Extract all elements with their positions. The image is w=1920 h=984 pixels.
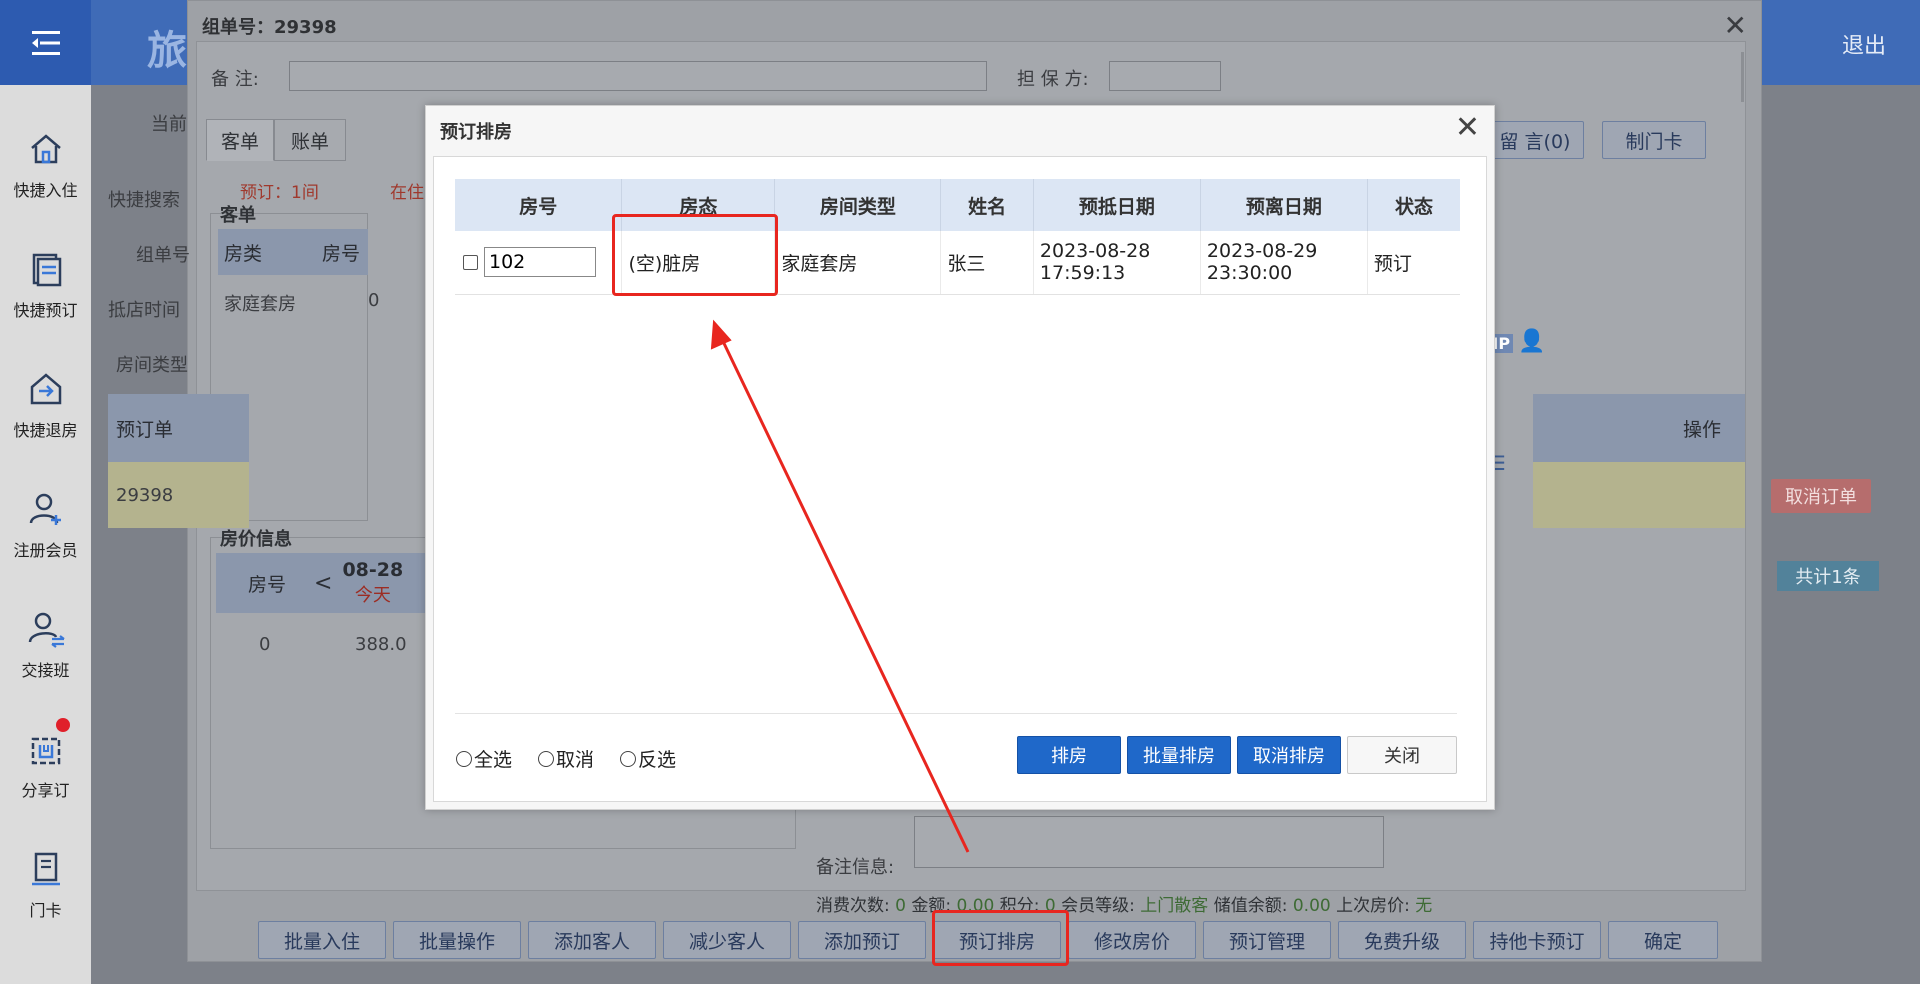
annotation-arrow: [710, 319, 970, 853]
